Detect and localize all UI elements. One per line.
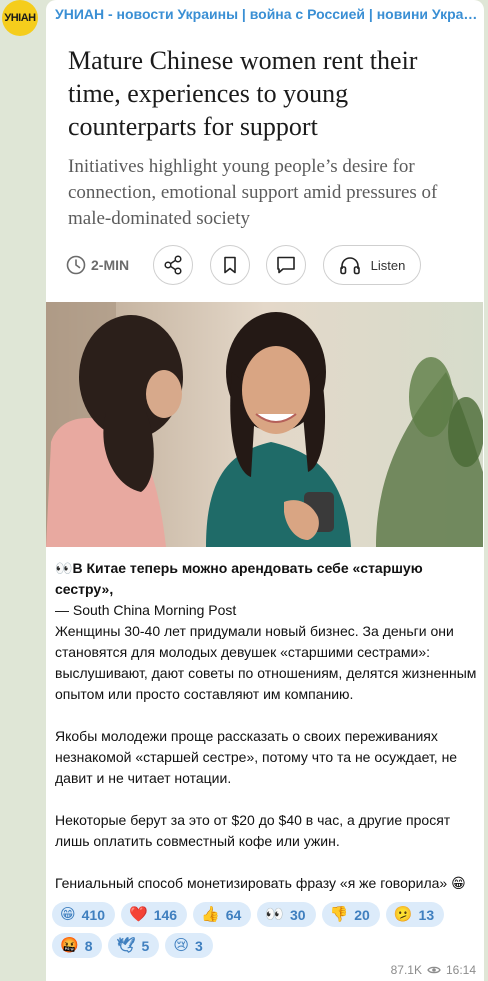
reaction-pill[interactable]: 🕊 5	[108, 933, 160, 958]
reaction-pill[interactable]: ❤️ 146	[121, 902, 188, 927]
channel-name[interactable]: УНИАН - новости Украины | война с Россие…	[55, 6, 480, 22]
reaction-count: 8	[84, 937, 93, 954]
post-headline-block: 👀В Китае теперь можно арендовать себе «с…	[55, 558, 480, 621]
reactions-bar: 😁 410 ❤️ 146 👍 64 👀 30 👎 20 🫤 13 🤬 8 🕊 5 😢 3	[52, 902, 482, 958]
reaction-emoji: 🤬	[60, 937, 79, 954]
eyes-emoji: 👀	[55, 560, 73, 576]
post-paragraph-1: Женщины 30-40 лет придумали новый бизнес…	[55, 623, 477, 702]
views-count: 87.1K	[390, 963, 422, 977]
share-button[interactable]	[153, 245, 193, 285]
reaction-count: 13	[418, 906, 435, 923]
reaction-emoji: 😁	[60, 906, 76, 923]
reaction-emoji: 😢	[173, 937, 189, 954]
listen-button[interactable]: Listen	[323, 245, 421, 285]
photo-illustration	[46, 302, 483, 547]
reaction-pill[interactable]: 👀 30	[257, 902, 316, 927]
read-time-label: 2-MIN	[91, 257, 130, 273]
reaction-emoji: ❤️	[129, 906, 148, 923]
reaction-count: 5	[141, 937, 150, 954]
listen-label: Listen	[370, 257, 406, 273]
preview-subtitle: Initiatives highlight young people’s des…	[68, 156, 438, 229]
avatar-text: УНIАН	[4, 12, 36, 24]
reaction-pill[interactable]: 👎 20	[321, 902, 380, 927]
article-toolbar: 2-MIN Listen	[66, 245, 476, 285]
reaction-pill[interactable]: 🤬 8	[52, 933, 103, 958]
article-photo[interactable]	[46, 302, 483, 547]
comment-icon	[277, 256, 295, 274]
channel-avatar[interactable]: УНIАН	[2, 0, 38, 36]
reaction-emoji: 🕊	[116, 937, 136, 954]
reaction-count: 410	[81, 906, 105, 923]
reaction-pill[interactable]: 🫤 13	[385, 902, 445, 927]
post-paragraph-3: Некоторые берут за это от $20 до $40 в ч…	[55, 812, 451, 849]
reaction-count: 146	[153, 906, 178, 923]
headphones-icon	[339, 257, 360, 275]
comment-button[interactable]	[266, 245, 306, 285]
bookmark-icon	[224, 256, 236, 274]
share-icon	[164, 255, 182, 275]
post-paragraph-2: Якобы молодежи проще рассказать о своих …	[55, 728, 458, 786]
post-headline: В Китае теперь можно арендовать себе «ст…	[55, 560, 423, 597]
post-paragraph-4: Гениальный способ монетизировать фразу «…	[55, 875, 466, 891]
clock-icon	[66, 255, 86, 275]
link-preview-card[interactable]: Mature Chinese women rent their time, ex…	[46, 28, 484, 302]
reaction-pill[interactable]: 👍 64	[193, 902, 252, 927]
eye-icon	[427, 966, 441, 974]
bookmark-button[interactable]	[210, 245, 250, 285]
reaction-emoji: 👎	[329, 906, 349, 923]
reaction-emoji: 🫤	[393, 906, 413, 923]
reaction-emoji: 👍	[201, 906, 220, 923]
reaction-count: 30	[290, 906, 306, 923]
reaction-pill[interactable]: 😢 3	[165, 933, 213, 958]
message-time: 16:14	[445, 963, 476, 977]
reaction-pill[interactable]: 😁 410	[52, 902, 115, 927]
reaction-count: 64	[225, 906, 242, 923]
reaction-emoji: 👀	[265, 906, 284, 923]
reaction-count: 20	[354, 906, 370, 923]
preview-title: Mature Chinese women rent their time, ex…	[68, 46, 418, 141]
reaction-count: 3	[194, 937, 203, 954]
post-source: — South China Morning Post	[55, 602, 237, 618]
message-meta: 87.1K 16:14	[391, 963, 476, 977]
read-time: 2-MIN	[66, 245, 129, 285]
